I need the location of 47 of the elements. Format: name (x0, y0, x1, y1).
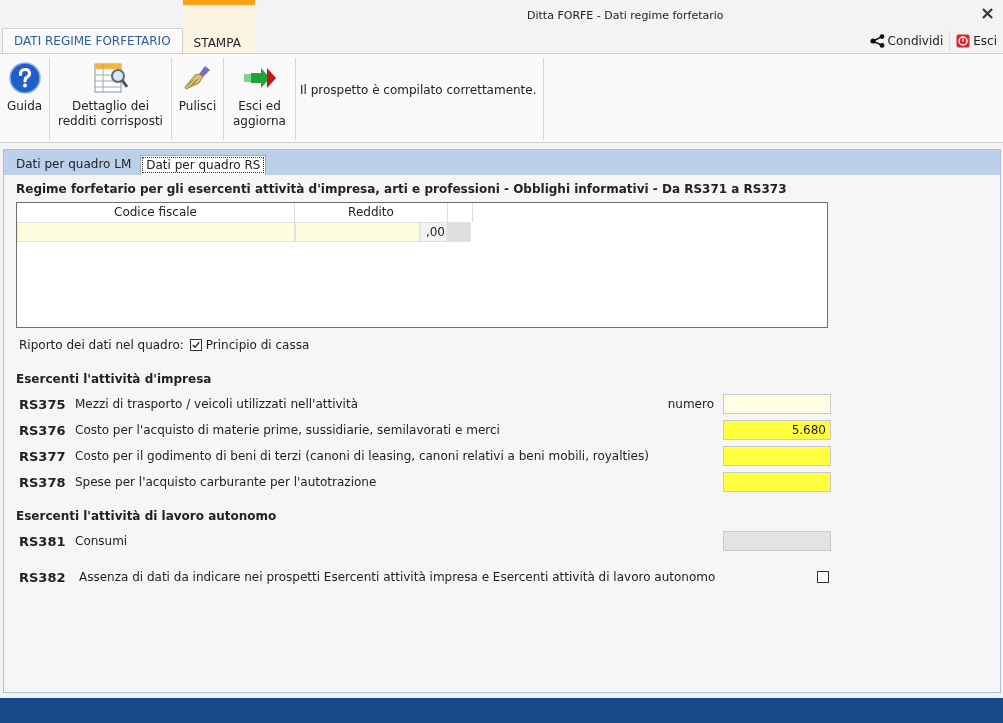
report-label: Riporto dei dati nel quadro: (19, 338, 184, 352)
input-field[interactable] (723, 394, 831, 414)
ribbon-tab[interactable]: DATI REGIME FORFETARIO (2, 28, 183, 53)
share-button[interactable]: Condividi (863, 31, 950, 51)
unit-label: numero (667, 397, 714, 411)
help-icon (8, 62, 41, 94)
checkbox-label: Principio di cassa (205, 338, 310, 352)
row-label: Consumi (75, 534, 129, 548)
input-field[interactable] (723, 472, 831, 492)
row-code: RS375 (19, 396, 67, 412)
row-code: RS378 (19, 474, 67, 490)
group-title: Esercenti l'attività d'impresa (16, 372, 213, 386)
section-title: Regime forfetario per gli esercenti attività d'impresa, arti e professioni - Obblighi informativi - Da RS371 a RS373 (16, 182, 788, 196)
arrow-icon (242, 67, 277, 89)
power-icon (956, 34, 971, 48)
detail-button[interactable]: Dettaglio dei redditi corrisposti (50, 58, 172, 140)
ribbon-tab[interactable]: STAMPA (182, 0, 255, 53)
checkbox[interactable] (189, 339, 202, 351)
exit-update-button[interactable]: Esci ed aggiorna (224, 58, 296, 140)
section-tab[interactable]: Dati per quadro RS (140, 155, 267, 175)
row-label: Costo per l'acquisto di materie prime, sussidiarie, semilavorati e merci (75, 423, 501, 437)
close-button[interactable]: × (979, 3, 995, 23)
row-label: Mezzi di trasporto / veicoli utilizzati nell'attività (75, 397, 359, 411)
input-field[interactable]: 5.680 (723, 420, 831, 440)
window-title: Ditta FORFE - Dati regime forfetario (527, 9, 724, 22)
decimals-cell: ,00 (420, 222, 447, 242)
checkbox[interactable] (817, 571, 829, 583)
table-cell[interactable] (295, 222, 420, 242)
section-tab[interactable]: Dati per quadro LM (7, 154, 141, 175)
status-message: Il prospetto è compilato correttamente. (296, 58, 544, 140)
row-code: RS377 (19, 448, 67, 464)
row-label: Costo per il godimento di beni di terzi (canoni di leasing, canoni relativi a beni mobili, royalties) (75, 449, 650, 463)
help-button[interactable]: Guida (0, 58, 50, 140)
share-icon (869, 34, 885, 48)
clean-button[interactable]: Pulisci (172, 58, 224, 140)
check-icon (190, 340, 201, 350)
row-label: Spese per l'acquisto carburante per l'autotrazione (75, 475, 378, 489)
input-field[interactable] (723, 446, 831, 466)
row-code: RS382 (19, 569, 67, 585)
row-code: RS376 (19, 422, 67, 438)
table-cell (447, 222, 471, 242)
exit-button[interactable]: Esci (949, 31, 1003, 51)
group-title: Esercenti l'attività di lavoro autonomo (16, 509, 278, 523)
table-cell[interactable] (17, 222, 295, 242)
table-magnifier-icon (93, 62, 128, 94)
row-code: RS381 (19, 533, 67, 549)
row-label: Assenza di dati da indicare nei prospetti Esercenti attività impresa e Esercenti attività di lavoro autonomo (79, 570, 717, 584)
